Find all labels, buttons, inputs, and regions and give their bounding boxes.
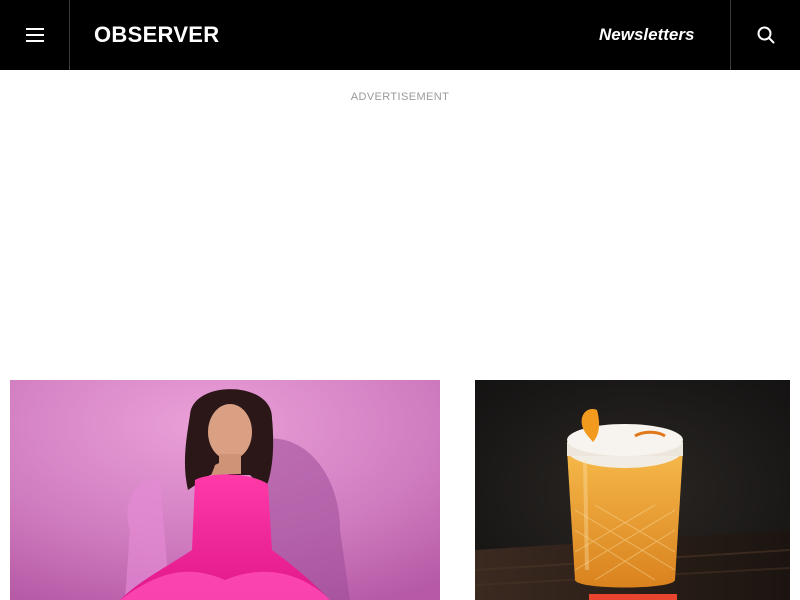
- woman-in-pink-dress-photo: [10, 380, 440, 600]
- site-logo[interactable]: OBSERVER: [94, 21, 219, 49]
- menu-button[interactable]: [0, 0, 70, 70]
- article-card-image[interactable]: [475, 380, 790, 600]
- hamburger-line: [26, 34, 44, 36]
- advertisement-label: ADVERTISEMENT: [350, 91, 450, 103]
- site-header: OBSERVER Newsletters: [0, 0, 800, 70]
- hamburger-line: [26, 40, 44, 42]
- hamburger-menu-icon: [26, 28, 44, 30]
- search-button[interactable]: [730, 0, 800, 70]
- category-tag[interactable]: [589, 594, 677, 600]
- search-icon: [757, 26, 775, 44]
- cocktail-glass-photo: [475, 380, 790, 600]
- newsletters-link[interactable]: Newsletters: [599, 24, 694, 46]
- article-card-image[interactable]: [10, 380, 440, 600]
